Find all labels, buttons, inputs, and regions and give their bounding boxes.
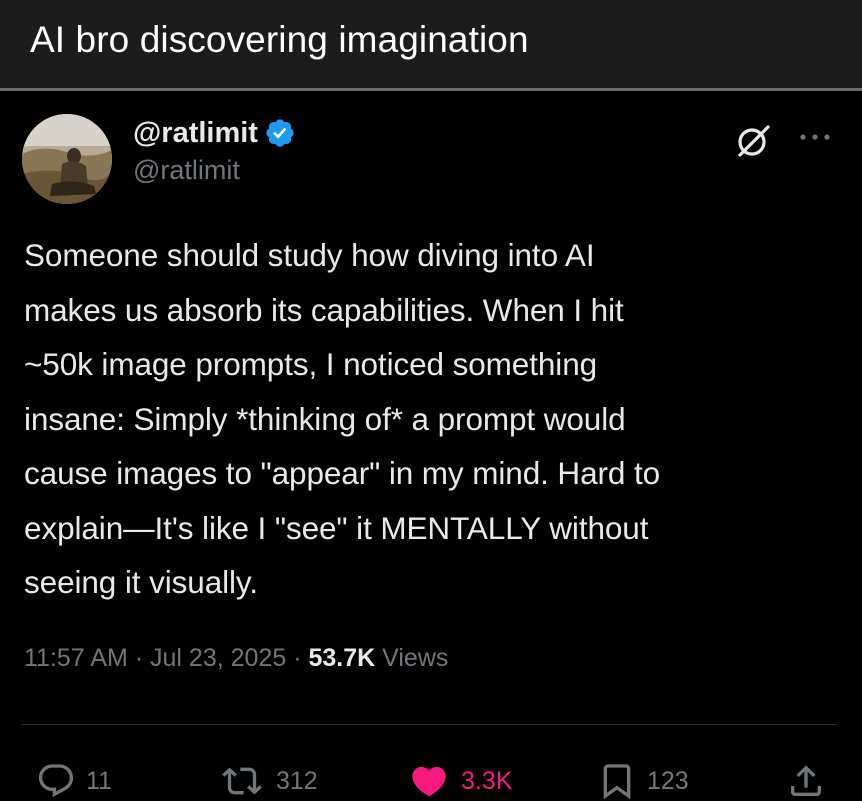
author-display-name[interactable]: @ratlimit — [133, 117, 258, 150]
tweet-meta: 11:57 AM · Jul 23, 2025 · 53.7K Views — [24, 644, 448, 673]
divider — [22, 724, 836, 725]
verified-badge-icon — [266, 119, 294, 147]
reply-button[interactable]: 11 — [36, 761, 112, 801]
share-icon — [791, 765, 821, 796]
share-button[interactable] — [786, 761, 826, 801]
repost-icon — [222, 767, 262, 795]
reply-icon — [38, 764, 74, 798]
grok-icon[interactable] — [734, 121, 774, 161]
author-name-row[interactable]: @ratlimit — [133, 113, 296, 153]
bookmark-button[interactable]: 123 — [597, 761, 689, 801]
tweet-time[interactable]: 11:57 AM — [24, 644, 128, 672]
views-count[interactable]: 53.7K — [308, 644, 375, 672]
like-icon — [412, 766, 446, 797]
like-button[interactable]: 3.3K — [407, 761, 512, 801]
tweet-card: @ratlimit @ratlimit Someone should study… — [0, 91, 862, 800]
avatar-image — [22, 114, 112, 204]
reply-count: 11 — [86, 766, 112, 795]
tweet-text: Someone should study how diving into AI … — [24, 237, 661, 600]
tweet-date[interactable]: Jul 23, 2025 — [150, 644, 286, 672]
author-handle[interactable]: @ratlimit — [133, 155, 240, 186]
bookmark-icon — [603, 764, 631, 800]
like-count: 3.3K — [461, 766, 513, 795]
caption-bar: AI bro discovering imagination — [0, 0, 862, 88]
repost-button[interactable]: 312 — [218, 761, 318, 801]
bookmark-count: 123 — [647, 766, 689, 795]
views-label: Views — [382, 644, 449, 672]
meta-separator: · — [293, 644, 302, 672]
repost-count: 312 — [276, 766, 318, 795]
avatar[interactable] — [22, 114, 112, 204]
meta-separator: · — [134, 644, 144, 672]
caption-title: AI bro discovering imagination — [30, 19, 529, 60]
more-icon[interactable] — [797, 131, 833, 143]
